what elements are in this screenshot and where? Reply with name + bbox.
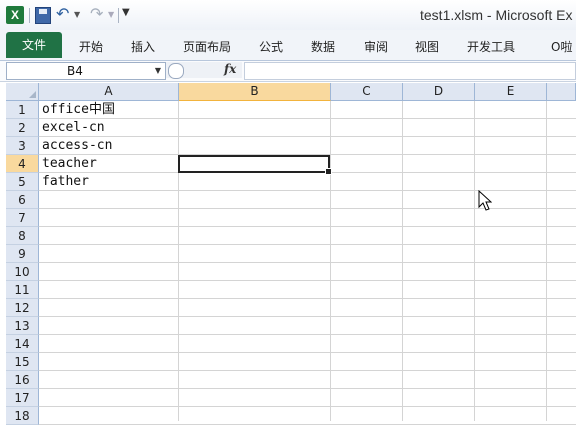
formula-controls: fx [166,62,242,79]
row-header[interactable]: 11 [6,281,39,299]
separator [29,8,30,23]
row-header[interactable]: 17 [6,389,39,407]
formula-bar: B4 ▼ fx [0,61,576,82]
gridline [39,316,576,317]
gridline [39,118,576,119]
tab-home[interactable]: 开始 [79,38,103,55]
active-cell-b4[interactable] [178,155,332,175]
gridline [39,244,576,245]
row-header[interactable]: 5 [6,173,39,191]
chevron-down-icon[interactable]: ▼ [155,66,161,75]
customize-icon[interactable]: ▼ [122,7,130,18]
tab-insert[interactable]: 插入 [131,38,155,55]
gridline [178,101,179,421]
name-box-value: B4 [67,64,83,78]
cell-a4[interactable]: teacher [42,155,97,173]
tab-olah[interactable]: O啦 [551,38,572,55]
undo-icon[interactable]: ↶ [56,4,69,24]
column-header-c[interactable]: C [331,83,403,101]
cells-area[interactable]: office中国 excel-cn access-cn teacher fath… [39,101,576,425]
excel-app-icon[interactable]: X [6,6,24,24]
cell-a5[interactable]: father [42,173,89,191]
row-header[interactable]: 15 [6,353,39,371]
cell-a1[interactable]: office中国 [42,101,115,119]
redo-icon[interactable]: ↷ [90,4,103,24]
gridline [402,101,403,421]
gridline [39,226,576,227]
row-header[interactable]: 10 [6,263,39,281]
column-header-e[interactable]: E [475,83,547,101]
title-bar: X ↶ ▼ ↷ ▼ ▼ test1.xlsm - Microsoft Ex [0,0,576,31]
gridline [39,280,576,281]
gridline [330,101,331,421]
gridline [474,101,475,421]
gridline [39,352,576,353]
gridline [39,406,576,407]
gridline [546,101,547,421]
tab-page-layout[interactable]: 页面布局 [183,38,231,55]
row-header[interactable]: 18 [6,407,39,425]
gridline [39,208,576,209]
gridline [39,190,576,191]
column-header-b[interactable]: B [179,83,331,101]
gridline [39,298,576,299]
row-header[interactable]: 7 [6,209,39,227]
gridline [39,334,576,335]
ribbon-tabs: 文件 开始 插入 页面布局 公式 数据 审阅 视图 开发工具 O啦 [0,30,576,61]
fill-handle[interactable] [325,168,332,175]
gridline [39,136,576,137]
tab-file[interactable]: 文件 [6,32,62,58]
tab-view[interactable]: 视图 [415,38,439,55]
separator [118,8,119,23]
tab-formulas[interactable]: 公式 [259,38,283,55]
row-header[interactable]: 12 [6,299,39,317]
cell-a3[interactable]: access-cn [42,137,112,155]
row-header[interactable]: 9 [6,245,39,263]
name-box[interactable]: B4 ▼ [6,62,166,80]
save-icon[interactable] [35,7,51,24]
tab-data[interactable]: 数据 [311,38,335,55]
row-header[interactable]: 1 [6,101,39,119]
row-header[interactable]: 3 [6,137,39,155]
formula-input[interactable] [244,62,576,80]
row-header[interactable]: 2 [6,119,39,137]
row-header[interactable]: 13 [6,317,39,335]
redo-dropdown-icon[interactable]: ▼ [108,10,114,19]
tab-developer[interactable]: 开发工具 [467,38,515,55]
row-header[interactable]: 14 [6,335,39,353]
column-header-a[interactable]: A [39,83,179,101]
mouse-pointer-icon [478,190,492,211]
insert-function-button[interactable]: fx [224,62,236,76]
row-header[interactable]: 16 [6,371,39,389]
column-header-d[interactable]: D [403,83,475,101]
window-title: test1.xlsm - Microsoft Ex [420,7,573,23]
gridline [39,370,576,371]
row-header[interactable]: 6 [6,191,39,209]
select-all-button[interactable] [6,83,39,101]
gridline [39,388,576,389]
worksheet-grid[interactable]: A B C D E 1 2 3 4 5 6 7 8 9 10 11 12 13 14 15 16 17 18 of… [0,83,576,425]
column-header-f[interactable] [547,83,576,101]
gridline [39,262,576,263]
tab-review[interactable]: 审阅 [364,38,388,55]
row-header[interactable]: 8 [6,227,39,245]
cell-a2[interactable]: excel-cn [42,119,105,137]
row-header[interactable]: 4 [6,155,39,173]
expand-handle-icon[interactable] [168,63,184,79]
undo-dropdown-icon[interactable]: ▼ [74,10,80,19]
